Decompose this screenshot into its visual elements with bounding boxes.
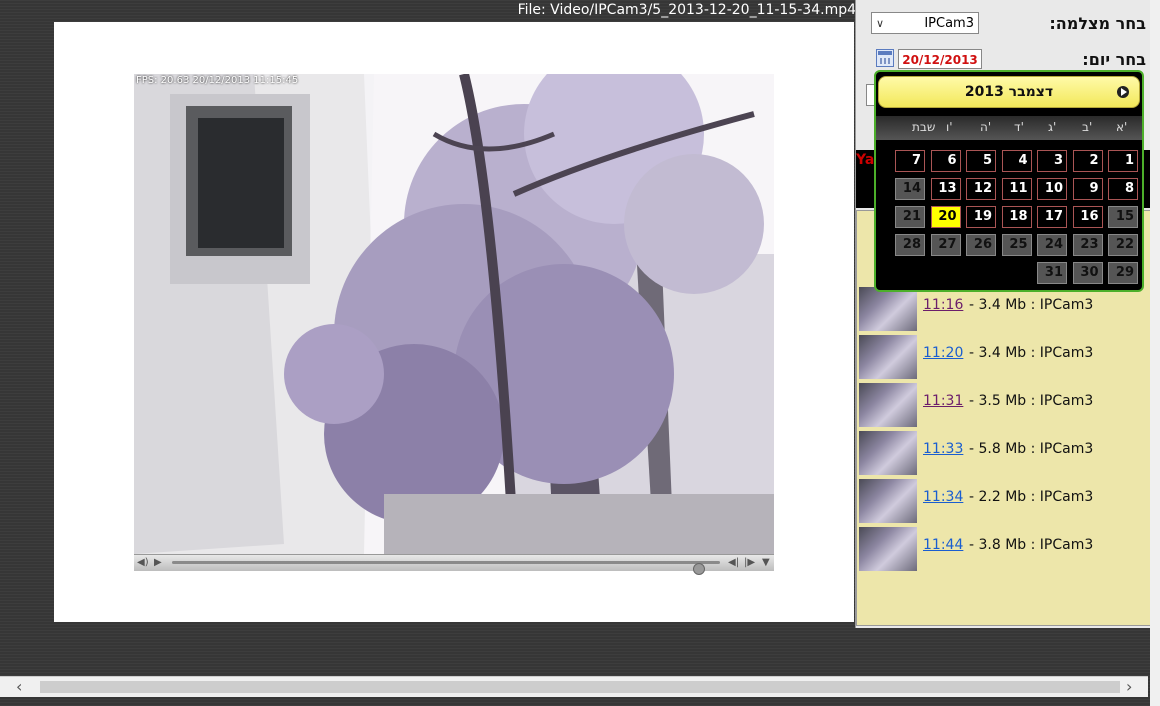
calendar-day[interactable]: 22: [1108, 234, 1138, 256]
prev-frame-icon[interactable]: ◀|: [728, 555, 739, 571]
recording-thumbnail[interactable]: [859, 479, 917, 523]
calendar-day[interactable]: 28: [895, 234, 925, 256]
seek-thumb[interactable]: [693, 563, 706, 575]
calendar-day[interactable]: 23: [1072, 234, 1103, 256]
recording-row: 11:16 - 3.4 Mb : IPCam3: [857, 287, 1153, 333]
calendar-day[interactable]: 14: [895, 178, 925, 200]
seek-bar[interactable]: [172, 561, 720, 575]
recording-row: 11:31 - 3.5 Mb : IPCam3: [857, 383, 1153, 429]
calendar-day[interactable]: 17: [1037, 206, 1067, 228]
horizontal-scrollbar[interactable]: ‹ ›: [0, 676, 1148, 697]
calendar-weekday: שבת: [912, 120, 936, 134]
calendar-day[interactable]: 16: [1072, 206, 1103, 228]
file-title: File: Video/IPCam3/5_2013-12-20_11-15-34…: [517, 2, 856, 18]
scroll-right-icon[interactable]: ›: [1126, 677, 1132, 697]
recording-info: - 3.4 Mb : IPCam3: [969, 297, 1094, 313]
calendar-weekdays: א' ב' ג' ד' ה' ו' שבת: [876, 116, 1142, 140]
video-player[interactable]: FPS: 20.63 20/12/2013 11:15:45: [134, 74, 774, 554]
calendar-day[interactable]: 13: [930, 178, 961, 200]
calendar-day[interactable]: 19: [966, 206, 996, 228]
calendar-day[interactable]: 1: [1108, 150, 1138, 172]
menu-icon[interactable]: ▼: [762, 555, 770, 571]
next-month-icon[interactable]: [1117, 86, 1129, 98]
calendar-weekday: ד': [1014, 120, 1024, 134]
scroll-left-icon[interactable]: ‹: [16, 677, 22, 697]
calendar-day[interactable]: 2: [1072, 150, 1103, 172]
camera-select-value: IPCam3: [924, 16, 974, 31]
calendar-icon[interactable]: [876, 49, 894, 67]
recording-time-link[interactable]: 11:31: [923, 393, 963, 409]
play-icon[interactable]: ▶: [154, 555, 162, 571]
recording-info: - 5.8 Mb : IPCam3: [969, 441, 1094, 457]
calendar-day[interactable]: 9: [1072, 178, 1103, 200]
calendar-day[interactable]: 27: [930, 234, 961, 256]
recording-row: 11:44 - 3.8 Mb : IPCam3: [857, 527, 1153, 573]
calendar-header: דצמבר 2013: [878, 76, 1140, 108]
calendar-day[interactable]: 8: [1108, 178, 1138, 200]
recording-thumbnail[interactable]: [859, 335, 917, 379]
recording-thumbnail[interactable]: [859, 431, 917, 475]
calendar-day[interactable]: 25: [1001, 234, 1032, 256]
calendar-weekday: ו': [946, 120, 953, 134]
calendar-weekday: ג': [1048, 120, 1057, 134]
vertical-scrollbar[interactable]: [1150, 0, 1160, 706]
calendar-day[interactable]: 7: [895, 150, 925, 172]
scrollbar-thumb[interactable]: [40, 681, 1120, 693]
recording-thumbnail[interactable]: [859, 287, 917, 331]
date-label: בחר יום:: [1082, 50, 1146, 69]
calendar-day[interactable]: 30: [1072, 262, 1103, 284]
calendar-weekday: ה': [980, 120, 992, 134]
calendar-day[interactable]: 18: [1001, 206, 1032, 228]
calendar-month-title: דצמבר 2013: [964, 84, 1054, 100]
calendar-day[interactable]: 15: [1108, 206, 1138, 228]
calendar-day-selected[interactable]: 20: [930, 206, 961, 228]
video-controls: ◀) ▶ ◀| |▶ ▼: [134, 554, 774, 575]
calendar-day[interactable]: 6: [930, 150, 961, 172]
recording-info: - 3.4 Mb : IPCam3: [969, 345, 1094, 361]
recording-time-link[interactable]: 11:20: [923, 345, 963, 361]
calendar-weekday: ב': [1082, 120, 1093, 134]
calendar-day[interactable]: 3: [1037, 150, 1067, 172]
calendar-day[interactable]: 26: [966, 234, 996, 256]
calendar-day[interactable]: 10: [1037, 178, 1067, 200]
camera-select[interactable]: ∨ IPCam3: [871, 12, 979, 34]
video-panel: FPS: 20.63 20/12/2013 11:15:45 ◀) ▶ ◀| |…: [54, 22, 854, 622]
recording-time-link[interactable]: 11:33: [923, 441, 963, 457]
calendar-day[interactable]: 21: [895, 206, 925, 228]
recording-time-link[interactable]: 11:34: [923, 489, 963, 505]
recording-info: - 3.8 Mb : IPCam3: [969, 537, 1094, 553]
recording-row: 11:34 - 2.2 Mb : IPCam3: [857, 479, 1153, 525]
date-input[interactable]: 20/12/2013: [898, 49, 982, 69]
recording-thumbnail[interactable]: [859, 527, 917, 571]
volume-icon[interactable]: ◀): [137, 555, 149, 571]
calendar-day[interactable]: 24: [1037, 234, 1067, 256]
recording-info: - 2.2 Mb : IPCam3: [969, 489, 1094, 505]
calendar-weekday: א': [1116, 120, 1128, 134]
recording-row: 11:33 - 5.8 Mb : IPCam3: [857, 431, 1153, 477]
calendar-day[interactable]: 29: [1108, 262, 1138, 284]
chevron-down-icon: ∨: [876, 17, 885, 30]
video-frame-image: [134, 74, 774, 554]
calendar-day[interactable]: 11: [1001, 178, 1032, 200]
recording-row: 11:20 - 3.4 Mb : IPCam3: [857, 335, 1153, 381]
date-picker-popup: דצמבר 2013 א' ב' ג' ד' ה' ו' שבת 1 2 3 4 5 6 7 8 9 10 11…: [874, 70, 1144, 292]
recording-info: - 3.5 Mb : IPCam3: [969, 393, 1094, 409]
calendar-day[interactable]: 31: [1037, 262, 1067, 284]
camera-label: בחר מצלמה:: [1049, 14, 1146, 33]
next-frame-icon[interactable]: |▶: [744, 555, 755, 571]
recording-time-link[interactable]: 11:44: [923, 537, 963, 553]
recording-thumbnail[interactable]: [859, 383, 917, 427]
calendar-day[interactable]: 12: [966, 178, 996, 200]
recording-time-link[interactable]: 11:16: [923, 297, 963, 313]
calendar-day[interactable]: 5: [966, 150, 996, 172]
fps-overlay: FPS: 20.63 20/12/2013 11:15:45: [136, 75, 299, 86]
calendar-day[interactable]: 4: [1001, 150, 1032, 172]
